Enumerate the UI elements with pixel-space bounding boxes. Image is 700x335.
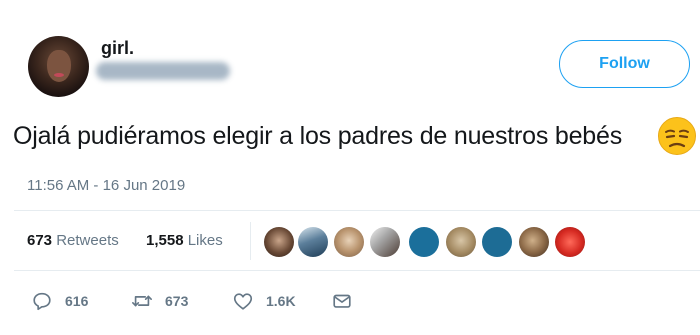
liker-avatar[interactable] bbox=[482, 227, 512, 257]
stats-divider bbox=[250, 222, 251, 260]
likes-count: 1,558 bbox=[146, 232, 184, 249]
display-name[interactable]: girl. bbox=[101, 38, 134, 59]
tweet-timestamp[interactable]: 11:56 AM - 16 Jun 2019 bbox=[27, 177, 185, 194]
envelope-icon bbox=[333, 294, 351, 308]
tweet-text: Ojalá pudiéramos elegir a los padres de … bbox=[13, 122, 623, 150]
direct-message-action[interactable] bbox=[331, 290, 365, 312]
likes-stat[interactable]: 1,558 Likes bbox=[146, 232, 223, 249]
liker-avatar[interactable] bbox=[409, 227, 439, 257]
unamused-face-emoji-icon bbox=[658, 117, 696, 155]
follow-button[interactable]: Follow bbox=[559, 40, 690, 88]
divider bbox=[14, 210, 700, 211]
liker-avatar[interactable] bbox=[370, 227, 400, 257]
blurred-handle bbox=[96, 62, 230, 80]
like-count: 1.6K bbox=[266, 293, 296, 309]
likes-label: Likes bbox=[187, 232, 223, 249]
retweet-count: 673 bbox=[165, 293, 189, 309]
retweets-count: 673 bbox=[27, 232, 53, 249]
retweets-label: Retweets bbox=[56, 232, 119, 249]
heart-icon bbox=[233, 293, 253, 310]
retweets-stat[interactable]: 673 Retweets bbox=[27, 232, 119, 249]
liker-avatar[interactable] bbox=[334, 227, 364, 257]
tweet-card: girl. Follow Ojalá pudiéramos elegir a l… bbox=[0, 0, 700, 335]
like-action[interactable]: 1.6K bbox=[232, 290, 296, 312]
liker-avatar[interactable] bbox=[519, 227, 549, 257]
avatar[interactable] bbox=[28, 36, 89, 97]
reply-count: 616 bbox=[65, 293, 89, 309]
reply-action[interactable]: 616 bbox=[31, 290, 88, 312]
retweet-action[interactable]: 673 bbox=[131, 290, 188, 312]
liker-avatar[interactable] bbox=[555, 227, 585, 257]
liker-avatar[interactable] bbox=[446, 227, 476, 257]
divider bbox=[14, 270, 700, 271]
retweet-icon bbox=[132, 295, 152, 307]
liker-avatar[interactable] bbox=[264, 227, 294, 257]
liker-avatar[interactable] bbox=[298, 227, 328, 257]
reply-icon bbox=[33, 292, 51, 311]
